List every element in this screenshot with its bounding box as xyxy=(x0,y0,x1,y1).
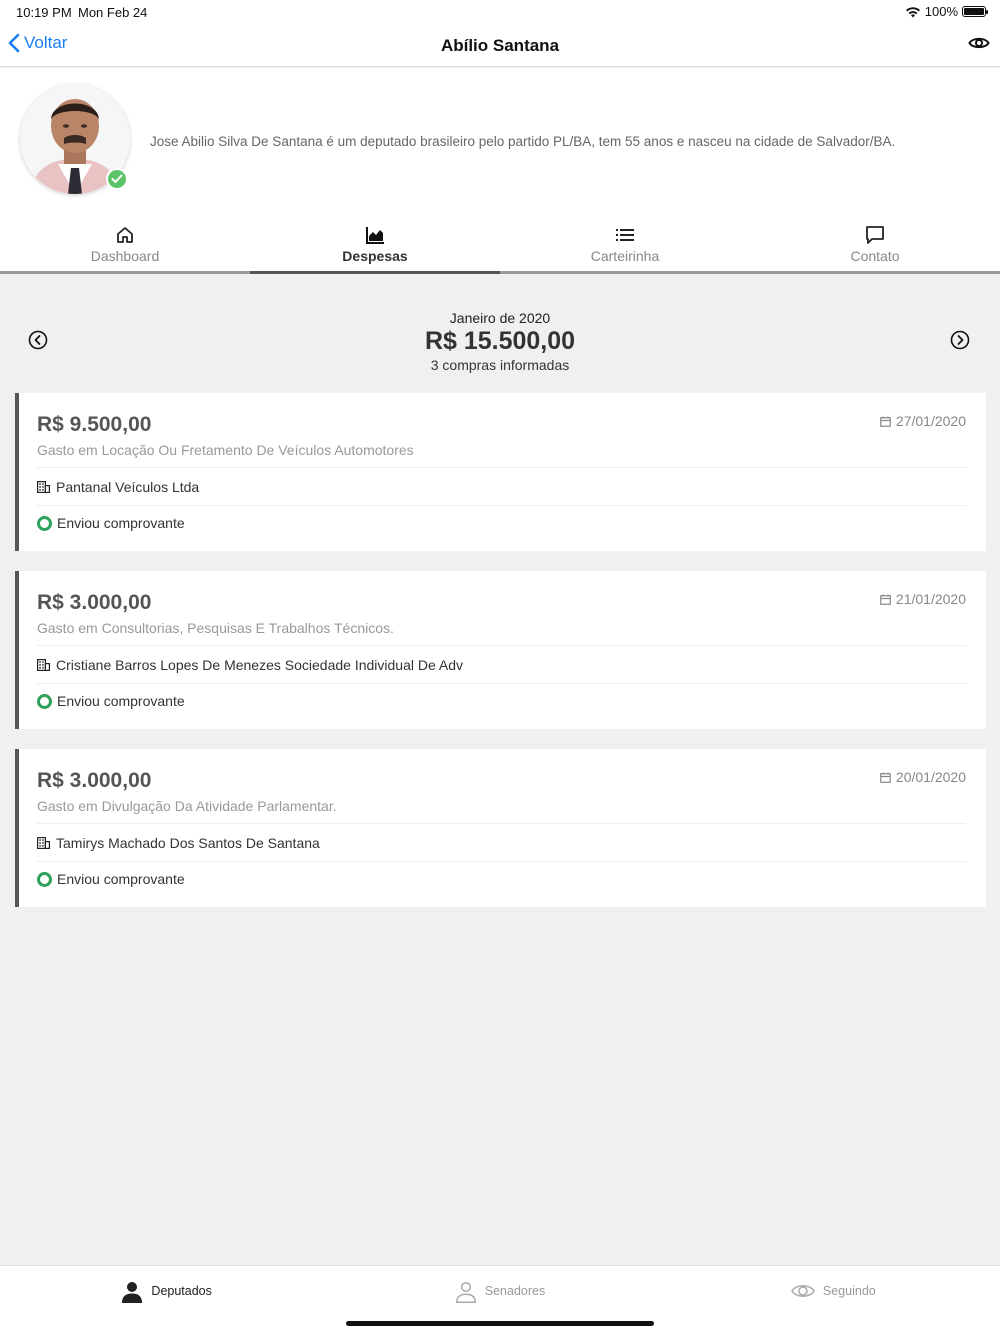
expense-date: 20/01/2020 xyxy=(880,769,966,785)
expense-date-text: 21/01/2020 xyxy=(895,591,966,607)
month-total: R$ 15.500,00 xyxy=(424,327,576,355)
bottom-tab-senadores-label: Senadores xyxy=(484,1284,546,1298)
battery-icon xyxy=(962,6,988,17)
eye-icon xyxy=(791,1285,815,1297)
section-tabs: Dashboard Despesas Carteirinha Contato xyxy=(0,210,1000,274)
profile-bio: Jose Abilio Silva De Santana é um deputa… xyxy=(150,134,896,149)
status-indicators: 100% xyxy=(905,4,988,19)
status-ring-icon xyxy=(37,693,52,709)
purchase-count: 3 compras informadas xyxy=(430,357,570,373)
status-time: 10:19 PM xyxy=(16,5,72,20)
expense-vendor-name: Cristiane Barros Lopes De Menezes Socied… xyxy=(56,657,464,673)
tab-contato[interactable]: Contato xyxy=(750,210,1000,271)
battery-percent: 100% xyxy=(924,4,958,19)
message-icon xyxy=(866,226,884,244)
expense-vendor-name: Tamirys Machado Dos Santos De Santana xyxy=(56,835,320,851)
expense-date: 21/01/2020 xyxy=(880,591,966,607)
expense-vendor: Tamirys Machado Dos Santos De Santana xyxy=(37,835,320,851)
expense-vendor: Pantanal Veículos Ltda xyxy=(37,479,199,495)
bottom-tab-seguindo-label: Seguindo xyxy=(822,1284,876,1298)
expense-amount: R$ 3.000,00 xyxy=(37,769,152,792)
next-month-button[interactable] xyxy=(950,330,970,350)
expense-vendor: Cristiane Barros Lopes De Menezes Socied… xyxy=(37,657,463,673)
expense-date-text: 27/01/2020 xyxy=(895,413,966,429)
receipt-status-text: Enviou comprovante xyxy=(57,515,185,531)
list-icon xyxy=(616,229,634,241)
building-icon xyxy=(37,481,50,493)
divider xyxy=(37,823,966,824)
expense-vendor-name: Pantanal Veículos Ltda xyxy=(56,479,200,495)
person-filled-icon xyxy=(122,1282,143,1303)
receipt-status: Enviou comprovante xyxy=(37,693,185,709)
check-icon xyxy=(111,174,123,183)
tab-dashboard[interactable]: Dashboard xyxy=(0,210,250,271)
tab-contato-label: Contato xyxy=(850,248,900,264)
divider xyxy=(37,505,966,506)
expense-card[interactable]: R$ 9.500,00 27/01/2020 Gasto em Locação … xyxy=(15,393,986,551)
building-icon xyxy=(37,837,50,849)
expense-card[interactable]: R$ 3.000,00 20/01/2020 Gasto em Divulgaç… xyxy=(15,749,986,907)
tab-dashboard-label: Dashboard xyxy=(90,248,160,264)
wifi-icon xyxy=(905,6,920,17)
expense-list: R$ 9.500,00 27/01/2020 Gasto em Locação … xyxy=(15,393,986,927)
expense-description: Gasto em Divulgação Da Atividade Parlame… xyxy=(37,798,337,814)
divider xyxy=(37,861,966,862)
home-indicator xyxy=(346,1321,654,1326)
divider xyxy=(37,683,966,684)
calendar-icon xyxy=(880,772,891,783)
tab-carteirinha-label: Carteirinha xyxy=(590,248,660,264)
avatar-container xyxy=(20,84,130,194)
expense-description: Gasto em Consultorias, Pesquisas E Traba… xyxy=(37,620,394,636)
eye-icon xyxy=(968,37,990,49)
expense-description: Gasto em Locação Ou Fretamento De Veícul… xyxy=(37,442,414,458)
status-bar: 10:19 PM Mon Feb 24 100% xyxy=(0,0,1000,24)
home-icon xyxy=(117,227,133,243)
calendar-icon xyxy=(880,594,891,605)
bottom-tab-deputados[interactable]: Deputados xyxy=(0,1266,333,1334)
status-ring-icon xyxy=(37,515,52,531)
follow-button[interactable] xyxy=(968,35,990,56)
receipt-status: Enviou comprovante xyxy=(37,871,185,887)
bottom-tab-deputados-label: Deputados xyxy=(151,1284,212,1298)
expense-amount: R$ 3.000,00 xyxy=(37,591,152,614)
building-icon xyxy=(37,659,50,671)
verified-badge xyxy=(106,168,128,190)
status-ring-icon xyxy=(37,871,52,887)
page-title: Abílio Santana xyxy=(440,36,560,55)
tab-carteirinha[interactable]: Carteirinha xyxy=(500,210,750,271)
bottom-tab-seguindo[interactable]: Seguindo xyxy=(667,1266,1000,1334)
calendar-icon xyxy=(880,416,891,427)
divider xyxy=(37,467,966,468)
receipt-status-text: Enviou comprovante xyxy=(57,693,185,709)
receipt-status: Enviou comprovante xyxy=(37,515,185,531)
expense-date: 27/01/2020 xyxy=(880,413,966,429)
chevron-right-circle-icon xyxy=(950,330,970,350)
expense-card[interactable]: R$ 3.000,00 21/01/2020 Gasto em Consulto… xyxy=(15,571,986,729)
expense-amount: R$ 9.500,00 xyxy=(37,413,152,436)
month-label: Janeiro de 2020 xyxy=(449,310,551,326)
receipt-status-text: Enviou comprovante xyxy=(57,871,185,887)
navigation-bar: Voltar Abílio Santana xyxy=(0,24,1000,67)
divider xyxy=(37,645,966,646)
month-summary: Janeiro de 2020 R$ 15.500,00 3 compras i… xyxy=(0,300,1000,380)
tab-despesas-label: Despesas xyxy=(342,248,408,264)
previous-month-button[interactable] xyxy=(28,330,48,350)
profile-header: Jose Abilio Silva De Santana é um deputa… xyxy=(0,68,1000,274)
chevron-left-circle-icon xyxy=(28,330,48,350)
status-date: Mon Feb 24 xyxy=(78,5,148,20)
chart-icon xyxy=(366,227,384,244)
expense-date-text: 20/01/2020 xyxy=(895,769,966,785)
tab-despesas[interactable]: Despesas xyxy=(250,210,500,274)
person-outline-icon xyxy=(455,1281,476,1303)
